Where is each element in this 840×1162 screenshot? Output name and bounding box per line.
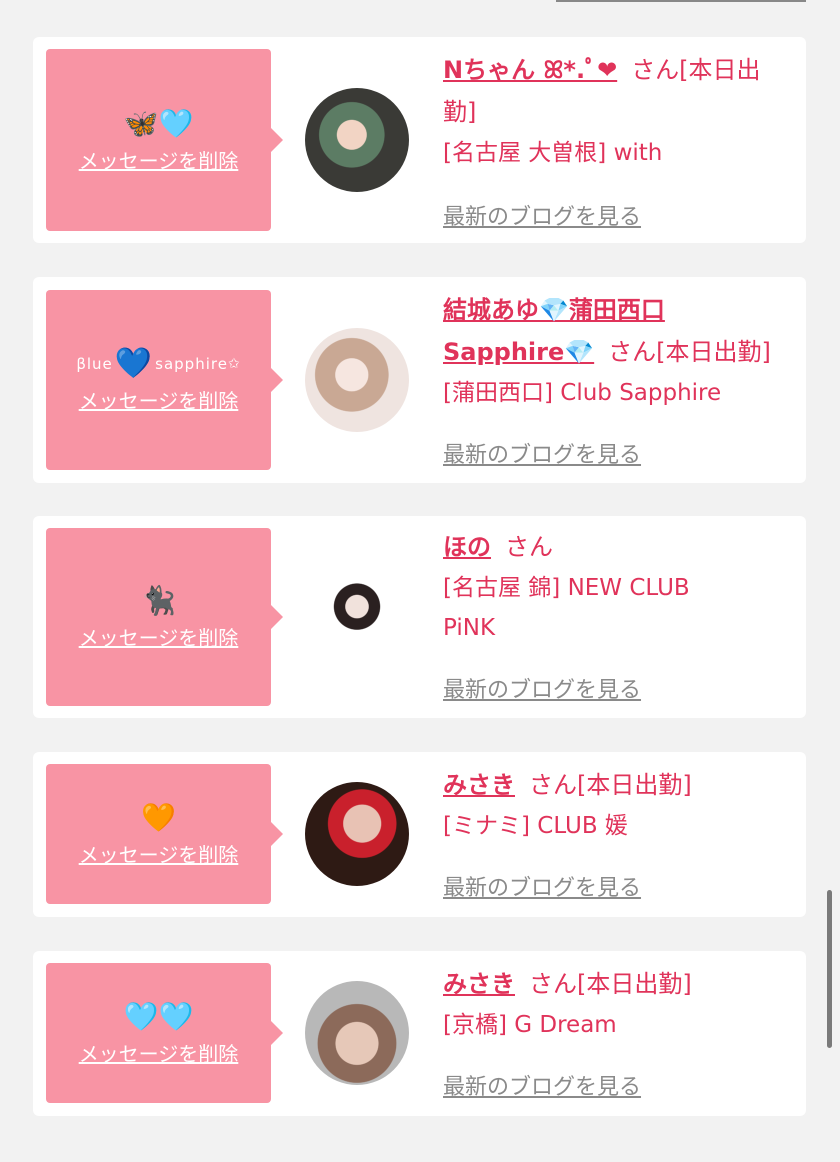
shop-info: [蒲田西口] Club Sapphire <box>443 380 722 406</box>
cast-info: 結城あゆ💎蒲田西口 Sapphire💎 さん[本日出勤] [蒲田西口] Club … <box>443 289 793 471</box>
cast-avatar[interactable] <box>305 981 409 1085</box>
honorific-status: さん[本日出勤] <box>529 970 692 998</box>
cast-name-link[interactable]: みさき <box>443 771 515 799</box>
cast-name-link[interactable]: みさき <box>443 970 515 998</box>
name-line-1: 結城あゆ💎蒲田西口 <box>443 289 793 331</box>
message-card: 🩵🩵 メッセージを削除 みさき さん[本日出勤] [京橋] G Dream 最新の… <box>33 951 806 1116</box>
star-icon: ✩ <box>227 355 241 372</box>
shop-info-line-2: PiNK <box>443 615 496 641</box>
cast-info: ほの さん [名古屋 錦] NEW CLUB PiNK 最新のブログを見る <box>443 526 793 708</box>
message-text: 🐈‍⬛ <box>141 583 176 617</box>
message-suffix: sapphire <box>155 354 228 373</box>
message-text: 🧡 <box>141 800 176 834</box>
previous-blog-link-underline[interactable] <box>556 0 806 2</box>
latest-blog-link[interactable]: 最新のブログを見る <box>443 199 641 231</box>
cast-avatar[interactable] <box>305 88 409 192</box>
cast-info: みさき さん[本日出勤] [京橋] G Dream 最新のブログを見る <box>443 963 793 1103</box>
message-text: βlue 💙 sapphire ✩ <box>76 345 241 381</box>
shop-info: [名古屋 大曽根] with <box>443 140 663 166</box>
delete-message-link[interactable]: メッセージを削除 <box>79 145 239 174</box>
name-line: Nちゃん ꕤ*.ﾟ❤︎ さん[本日出勤] <box>443 49 793 133</box>
honorific-status: さん[本日出勤] <box>529 771 692 799</box>
name-line: みさき さん[本日出勤] <box>443 764 793 806</box>
cast-name-link-cont[interactable]: Sapphire💎 <box>443 338 594 366</box>
message-text: 🩵🩵 <box>123 999 194 1033</box>
delete-message-link[interactable]: メッセージを削除 <box>79 839 239 868</box>
vertical-scrollbar[interactable] <box>827 890 832 1048</box>
message-bubble: 🩵🩵 メッセージを削除 <box>46 963 283 1103</box>
message-bubble: βlue 💙 sapphire ✩ メッセージを削除 <box>46 290 283 470</box>
message-card: 🐈‍⬛ メッセージを削除 ほの さん [名古屋 錦] NEW CLUB PiNK … <box>33 516 806 718</box>
honorific: さん <box>505 533 553 561</box>
name-line: みさき さん[本日出勤] <box>443 963 793 1005</box>
latest-blog-link[interactable]: 最新のブログを見る <box>443 870 641 902</box>
message-bubble: 🧡 メッセージを削除 <box>46 764 283 904</box>
latest-blog-link[interactable]: 最新のブログを見る <box>443 1069 641 1101</box>
cast-info: Nちゃん ꕤ*.ﾟ❤︎ さん[本日出勤] [名古屋 大曽根] with 最新のブロ… <box>443 49 793 231</box>
shop-info-line-1: [名古屋 錦] NEW CLUB <box>443 575 690 601</box>
delete-message-link[interactable]: メッセージを削除 <box>79 622 239 651</box>
name-line-2: Sapphire💎 さん[本日出勤] <box>443 331 793 373</box>
cast-avatar[interactable] <box>305 782 409 886</box>
message-bubble: 🐈‍⬛ メッセージを削除 <box>46 528 283 706</box>
name-line: ほの さん <box>443 526 793 568</box>
message-card: 🧡 メッセージを削除 みさき さん[本日出勤] [ミナミ] CLUB 媛 最新のブ… <box>33 752 806 917</box>
honorific-status: さん[本日出勤] <box>608 338 771 366</box>
previous-card-remnant <box>0 0 840 10</box>
latest-blog-link[interactable]: 最新のブログを見る <box>443 437 641 469</box>
blue-heart-icon: 💙 <box>114 345 154 381</box>
latest-blog-link[interactable]: 最新のブログを見る <box>443 672 641 704</box>
cast-name-link[interactable]: 結城あゆ💎蒲田西口 <box>443 296 665 324</box>
shop-info: [京橋] G Dream <box>443 1012 617 1038</box>
delete-message-link[interactable]: メッセージを削除 <box>79 1038 239 1067</box>
message-card: βlue 💙 sapphire ✩ メッセージを削除 結城あゆ💎蒲田西口 Sap… <box>33 277 806 483</box>
cast-name-link[interactable]: Nちゃん ꕤ*.ﾟ❤︎ <box>443 56 617 84</box>
cast-avatar[interactable] <box>305 328 409 432</box>
cast-avatar[interactable] <box>305 565 409 669</box>
message-prefix: βlue <box>76 354 113 373</box>
shop-info: [ミナミ] CLUB 媛 <box>443 813 628 839</box>
cast-info: みさき さん[本日出勤] [ミナミ] CLUB 媛 最新のブログを見る <box>443 764 793 904</box>
message-bubble: 🦋🩵 メッセージを削除 <box>46 49 283 231</box>
message-text: 🦋🩵 <box>123 106 194 140</box>
cast-name-link[interactable]: ほの <box>443 533 491 561</box>
delete-message-link[interactable]: メッセージを削除 <box>79 385 239 414</box>
message-card: 🦋🩵 メッセージを削除 Nちゃん ꕤ*.ﾟ❤︎ さん[本日出勤] [名古屋 大曽根… <box>33 37 806 243</box>
